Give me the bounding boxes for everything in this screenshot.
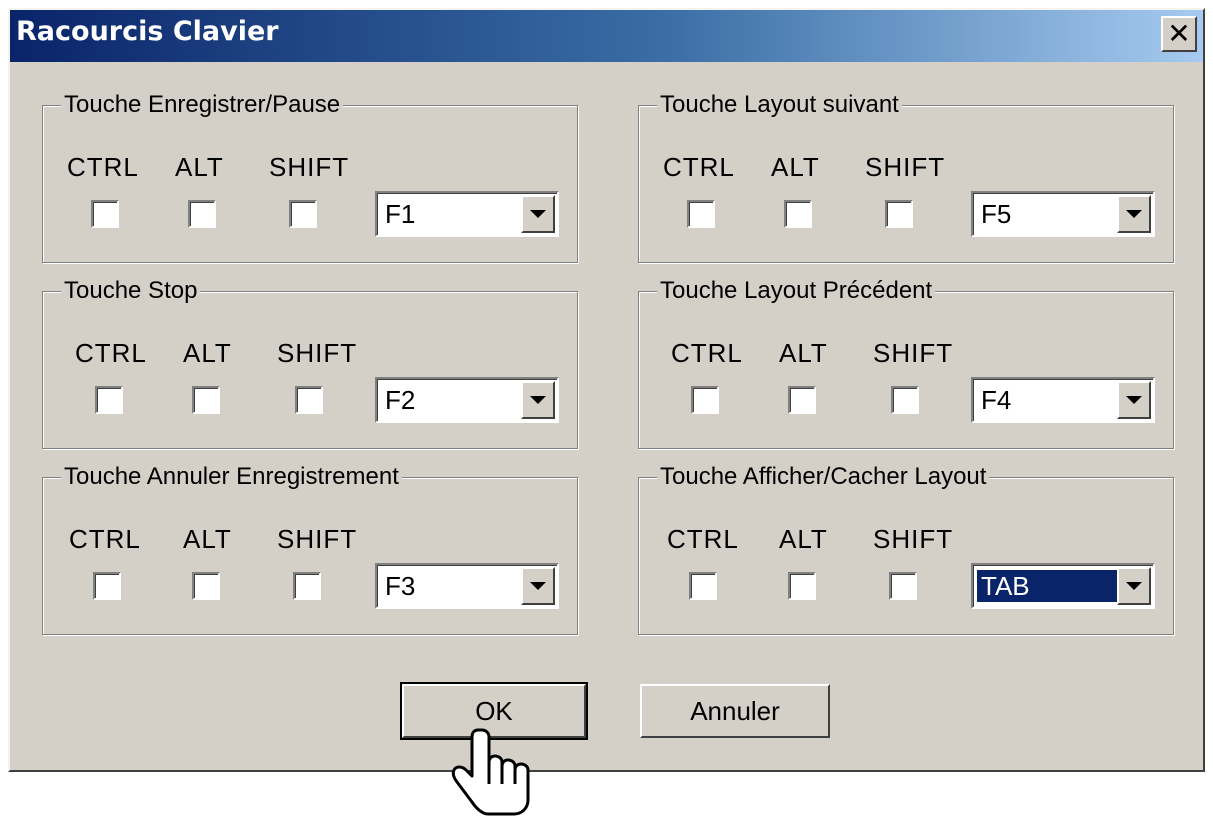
ctrl-checkbox[interactable] [95, 386, 123, 414]
shift-label: SHIFT [873, 524, 954, 554]
dropdown-button[interactable] [521, 195, 555, 233]
shift-checkbox[interactable] [293, 572, 321, 600]
key-select-value: F5 [981, 199, 1012, 229]
shift-checkbox[interactable] [885, 200, 913, 228]
key-select-value: F4 [981, 385, 1012, 415]
alt-checkbox[interactable] [788, 572, 816, 600]
ctrl-label: CTRL [69, 524, 141, 554]
chevron-down-icon [1126, 210, 1142, 218]
key-select[interactable]: F3 [375, 563, 559, 609]
shift-label: SHIFT [277, 338, 358, 368]
group-title: Touche Annuler Enregistrement [61, 462, 402, 492]
alt-label: ALT [183, 524, 232, 554]
window-title: Racourcis Clavier [16, 16, 279, 47]
shift-checkbox[interactable] [891, 386, 919, 414]
key-select[interactable]: F2 [375, 377, 559, 423]
alt-label: ALT [779, 524, 828, 554]
chevron-down-icon [1126, 396, 1142, 404]
close-button[interactable]: ✕ [1161, 16, 1197, 52]
cancel-button[interactable]: Annuler [640, 684, 830, 738]
chevron-down-icon [1126, 582, 1142, 590]
ctrl-label: CTRL [75, 338, 147, 368]
key-select-value: F3 [385, 571, 416, 601]
ctrl-checkbox[interactable] [691, 386, 719, 414]
ctrl-label: CTRL [663, 152, 735, 182]
group-title: Touche Stop [61, 276, 201, 306]
alt-checkbox[interactable] [188, 200, 216, 228]
alt-label: ALT [183, 338, 232, 368]
group-toggle-layout: Touche Afficher/Cacher Layout CTRL ALT S… [638, 462, 1174, 635]
ctrl-checkbox[interactable] [91, 200, 119, 228]
group-stop: Touche Stop CTRL ALT SHIFT F2 [42, 276, 578, 449]
ctrl-label: CTRL [667, 524, 739, 554]
shortcuts-dialog: Racourcis Clavier ✕ Touche Enregistrer/P… [8, 8, 1205, 772]
alt-label: ALT [779, 338, 828, 368]
close-icon: ✕ [1167, 17, 1191, 50]
key-select[interactable]: TAB [971, 563, 1155, 609]
chevron-down-icon [530, 210, 546, 218]
key-select[interactable]: F5 [971, 191, 1155, 237]
alt-checkbox[interactable] [784, 200, 812, 228]
group-title: Touche Layout Précédent [657, 276, 936, 306]
alt-checkbox[interactable] [192, 572, 220, 600]
group-title: Touche Enregistrer/Pause [61, 90, 344, 120]
dropdown-button[interactable] [521, 567, 555, 605]
group-record-pause: Touche Enregistrer/Pause CTRL ALT SHIFT … [42, 90, 578, 263]
key-select-value: TAB [977, 570, 1117, 602]
dropdown-button[interactable] [1117, 567, 1151, 605]
alt-label: ALT [175, 152, 224, 182]
shift-checkbox[interactable] [289, 200, 317, 228]
alt-checkbox[interactable] [192, 386, 220, 414]
alt-checkbox[interactable] [788, 386, 816, 414]
chevron-down-icon [530, 396, 546, 404]
group-title: Touche Afficher/Cacher Layout [657, 462, 990, 492]
hand-pointer-icon [451, 728, 530, 816]
shift-checkbox[interactable] [295, 386, 323, 414]
dropdown-button[interactable] [1117, 195, 1151, 233]
key-select-value: F1 [385, 199, 416, 229]
ctrl-label: CTRL [67, 152, 139, 182]
ctrl-label: CTRL [671, 338, 743, 368]
group-title: Touche Layout suivant [657, 90, 902, 120]
title-bar: Racourcis Clavier ✕ [10, 10, 1203, 62]
ctrl-checkbox[interactable] [689, 572, 717, 600]
shift-checkbox[interactable] [889, 572, 917, 600]
group-cancel-recording: Touche Annuler Enregistrement CTRL ALT S… [42, 462, 578, 635]
dropdown-button[interactable] [1117, 381, 1151, 419]
shift-label: SHIFT [873, 338, 954, 368]
key-select[interactable]: F1 [375, 191, 559, 237]
key-select-value: F2 [385, 385, 416, 415]
group-next-layout: Touche Layout suivant CTRL ALT SHIFT F5 [638, 90, 1174, 263]
dropdown-button[interactable] [521, 381, 555, 419]
key-select[interactable]: F4 [971, 377, 1155, 423]
ctrl-checkbox[interactable] [93, 572, 121, 600]
shift-label: SHIFT [269, 152, 350, 182]
alt-label: ALT [771, 152, 820, 182]
shift-label: SHIFT [277, 524, 358, 554]
ctrl-checkbox[interactable] [687, 200, 715, 228]
shift-label: SHIFT [865, 152, 946, 182]
chevron-down-icon [530, 582, 546, 590]
group-previous-layout: Touche Layout Précédent CTRL ALT SHIFT F… [638, 276, 1174, 449]
